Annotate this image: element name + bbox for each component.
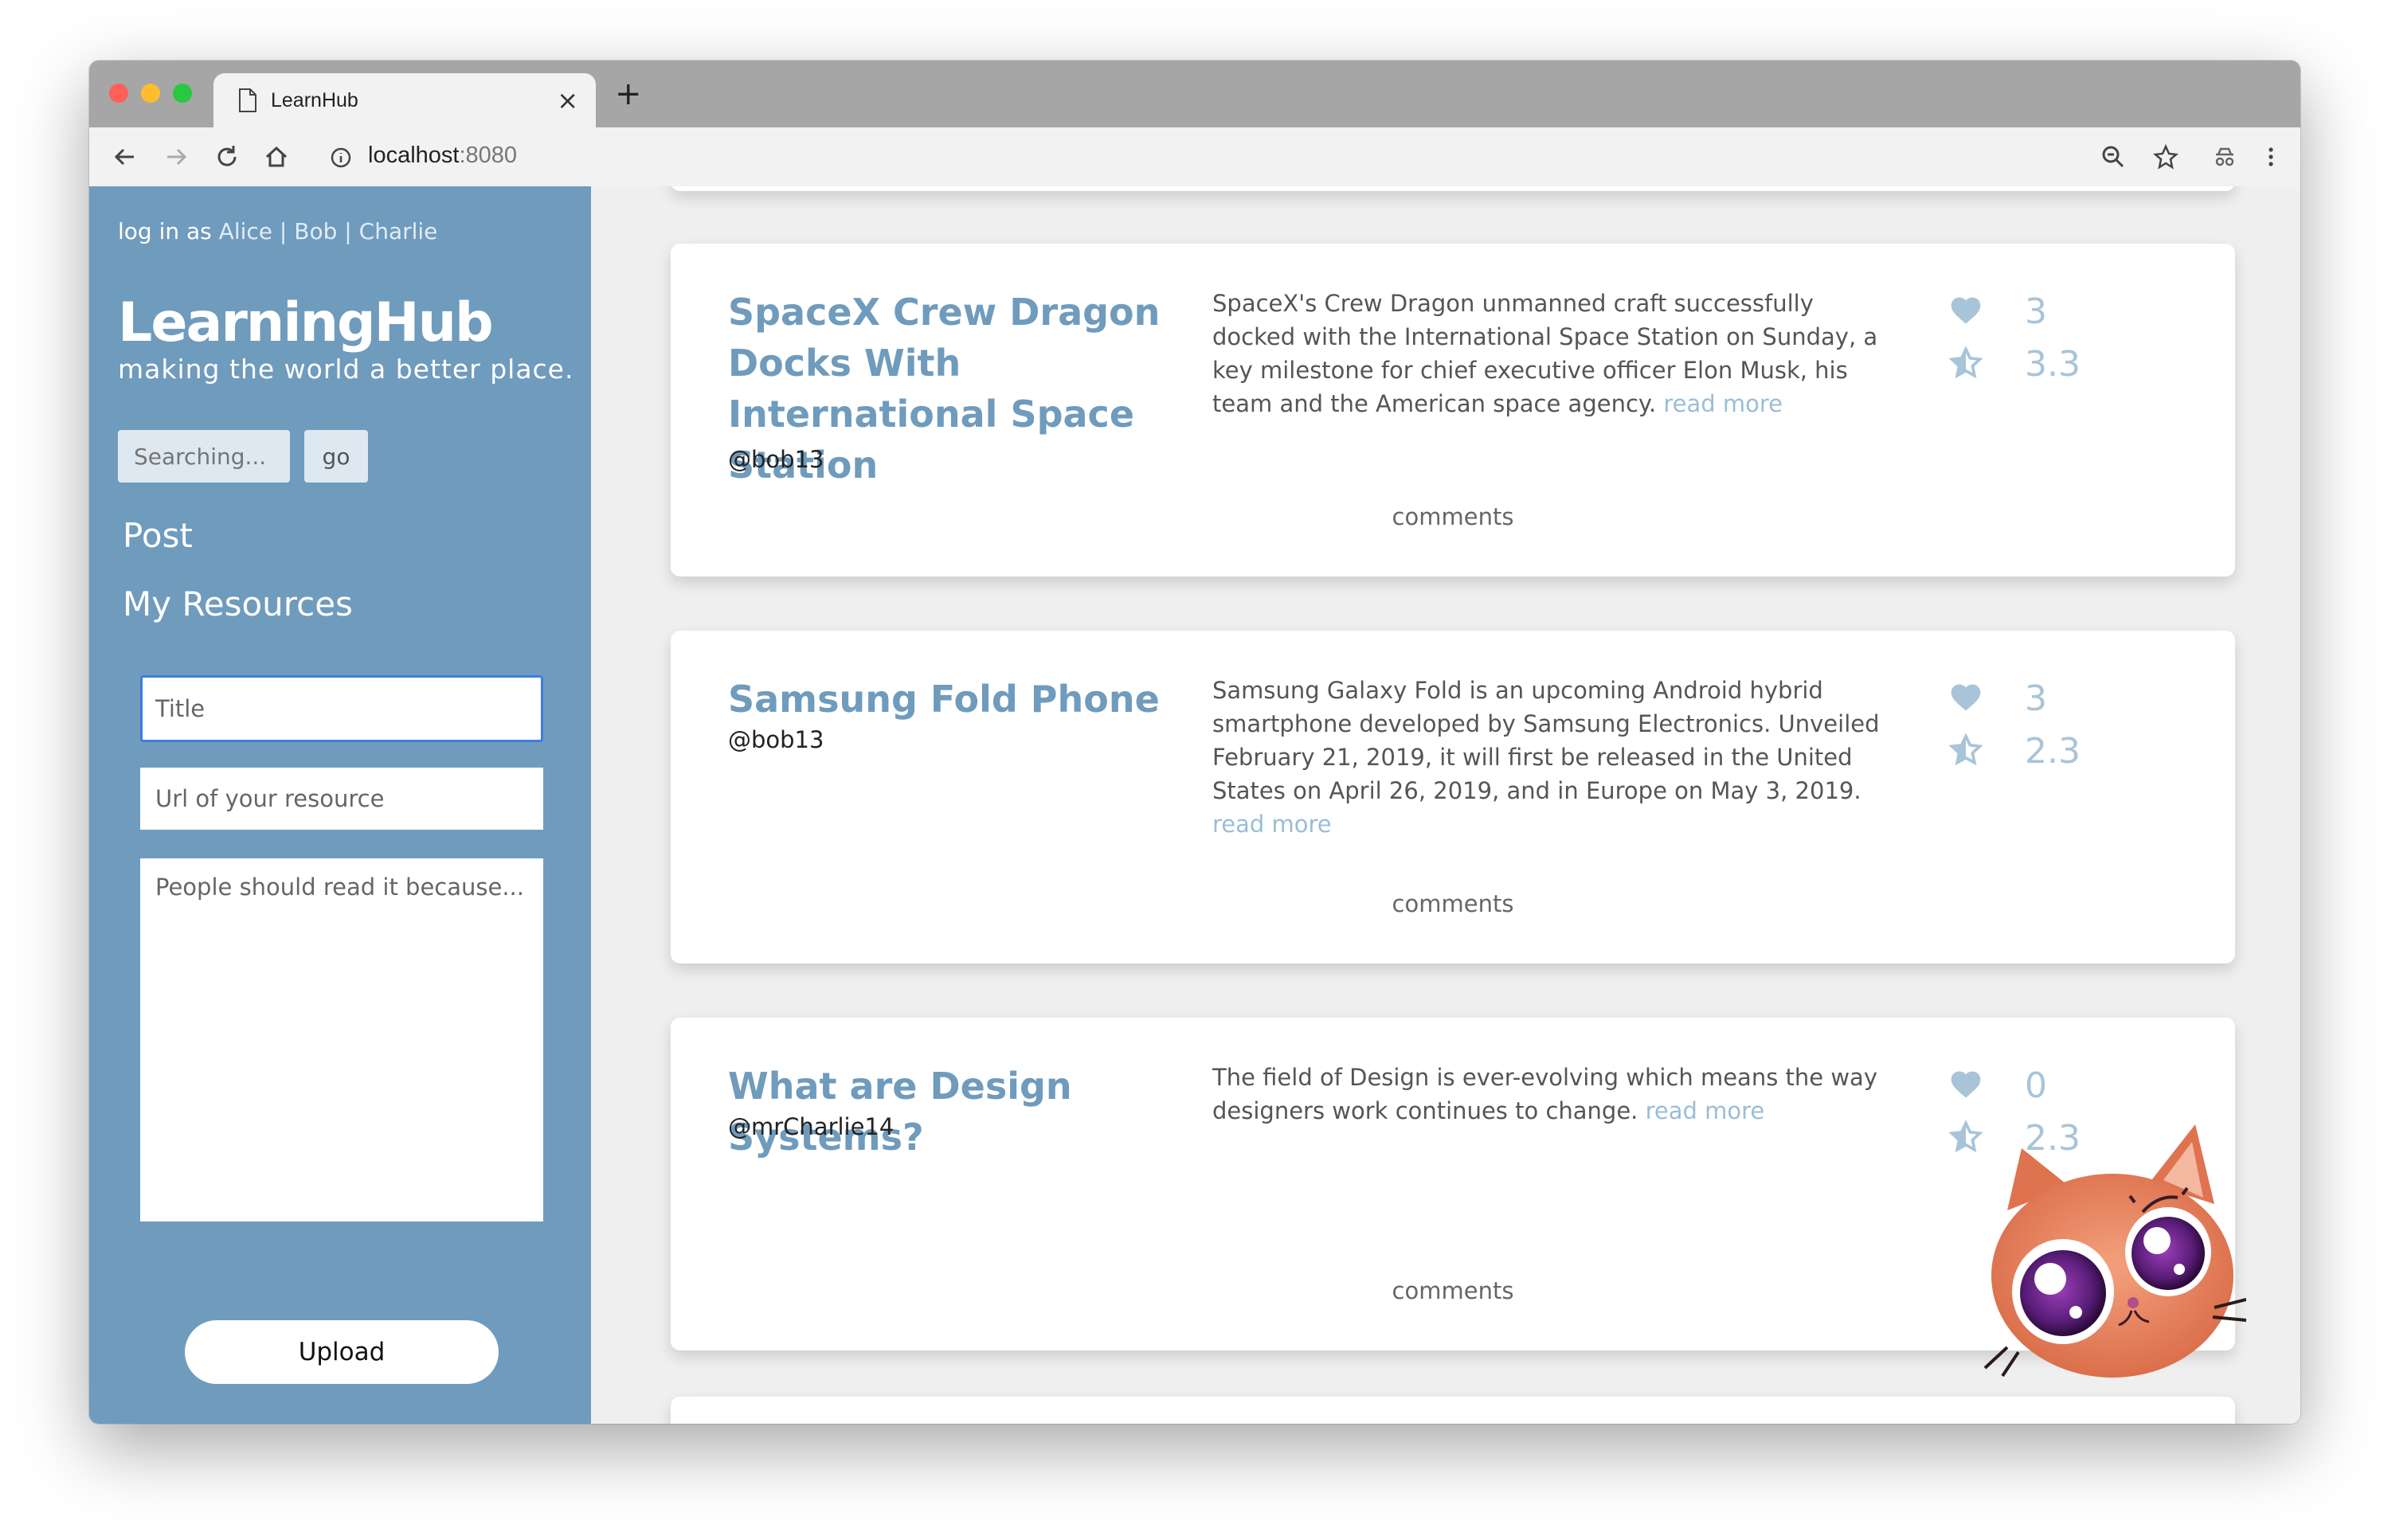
read-more-link[interactable]: read more — [1646, 1097, 1765, 1124]
resource-card — [671, 1397, 2235, 1424]
back-icon[interactable] — [112, 143, 139, 170]
star-icon[interactable] — [1948, 346, 1983, 381]
description-field[interactable] — [140, 858, 543, 1221]
tagline: making the world a better place. — [118, 354, 574, 385]
cat-mascot[interactable] — [1975, 1116, 2246, 1379]
page-content: log in as Alice | Bob | Charlie Learning… — [89, 186, 2300, 1424]
url-text[interactable]: localhost:8080 — [368, 143, 517, 169]
nav-my-resources[interactable]: My Resources — [123, 584, 353, 623]
title-field[interactable] — [140, 675, 543, 742]
forward-icon[interactable] — [162, 143, 190, 170]
resource-card: Samsung Fold Phone @bob13 Samsung Galaxy… — [671, 631, 2235, 963]
read-more-link[interactable]: read more — [1212, 811, 1332, 838]
read-more-link[interactable]: read more — [1663, 390, 1783, 417]
tab-close-icon[interactable]: × — [557, 88, 578, 113]
tab-strip: LearnHub × + — [89, 61, 2300, 127]
browser-toolbar: localhost:8080 — [89, 127, 2300, 187]
description-text: Samsung Galaxy Fold is an upcoming Andro… — [1212, 677, 1880, 804]
separator: | — [279, 218, 288, 244]
search-input[interactable] — [118, 430, 290, 483]
card-title[interactable]: Samsung Fold Phone — [728, 674, 1174, 725]
browser-window: LearnHub × + localhost:8080 log in as Al… — [89, 61, 2300, 1424]
comments-link[interactable]: comments — [671, 503, 2235, 530]
tab-learnhub[interactable]: LearnHub × — [213, 73, 596, 127]
menu-icon[interactable] — [2257, 143, 2284, 170]
login-alice-link[interactable]: Alice — [219, 218, 272, 244]
url-port: :8080 — [459, 143, 518, 168]
card-description: Samsung Galaxy Fold is an upcoming Andro… — [1212, 674, 1897, 841]
separator: | — [344, 218, 352, 244]
card-description: SpaceX's Crew Dragon unmanned craft succ… — [1212, 287, 1897, 420]
heart-icon[interactable] — [1948, 293, 1983, 328]
resource-card — [671, 186, 2235, 191]
card-author: @bob13 — [728, 446, 824, 473]
tab-title: LearnHub — [271, 89, 358, 111]
login-charlie-link[interactable]: Charlie — [359, 218, 438, 244]
card-author: @bob13 — [728, 726, 824, 753]
card-author: @mrCharlie14 — [728, 1113, 895, 1140]
heart-icon[interactable] — [1948, 1067, 1983, 1102]
info-icon[interactable] — [330, 147, 352, 169]
brand-logo[interactable]: LearningHub — [118, 296, 494, 350]
zoom-icon[interactable] — [2100, 143, 2127, 170]
like-count: 0 — [2025, 1065, 2047, 1106]
url-field[interactable] — [140, 768, 543, 830]
upload-button[interactable]: Upload — [185, 1320, 499, 1384]
comments-link[interactable]: comments — [671, 890, 2235, 917]
login-bob-link[interactable]: Bob — [294, 218, 337, 244]
card-title[interactable]: What are Design Systems? — [728, 1061, 1206, 1163]
close-window-button[interactable] — [109, 84, 128, 103]
description-text: The field of Design is ever-evolving whi… — [1212, 1064, 1877, 1124]
home-icon[interactable] — [263, 143, 290, 170]
reload-icon[interactable] — [213, 143, 241, 170]
search-go-button[interactable]: go — [304, 430, 368, 483]
incognito-icon[interactable] — [2211, 143, 2238, 170]
minimize-window-button[interactable] — [141, 84, 160, 103]
login-prefix: log in as — [118, 218, 212, 244]
rating-value: 3.3 — [2025, 344, 2081, 385]
like-count: 3 — [2025, 291, 2047, 332]
sidebar: log in as Alice | Bob | Charlie Learning… — [89, 186, 591, 1424]
address-bar[interactable] — [314, 133, 2162, 181]
new-tab-button[interactable]: + — [615, 78, 642, 110]
maximize-window-button[interactable] — [173, 84, 192, 103]
star-icon[interactable] — [1948, 733, 1983, 768]
card-description: The field of Design is ever-evolving whi… — [1212, 1061, 1897, 1128]
resource-card: SpaceX Crew Dragon Docks With Internatio… — [671, 244, 2235, 577]
nav-post[interactable]: Post — [123, 516, 193, 555]
bookmark-star-icon[interactable] — [2152, 143, 2179, 170]
url-host: localhost — [368, 143, 460, 168]
login-switcher: log in as Alice | Bob | Charlie — [118, 218, 437, 244]
rating-value: 2.3 — [2025, 731, 2081, 772]
heart-icon[interactable] — [1948, 680, 1983, 715]
document-icon — [239, 88, 256, 112]
like-count: 3 — [2025, 678, 2047, 719]
